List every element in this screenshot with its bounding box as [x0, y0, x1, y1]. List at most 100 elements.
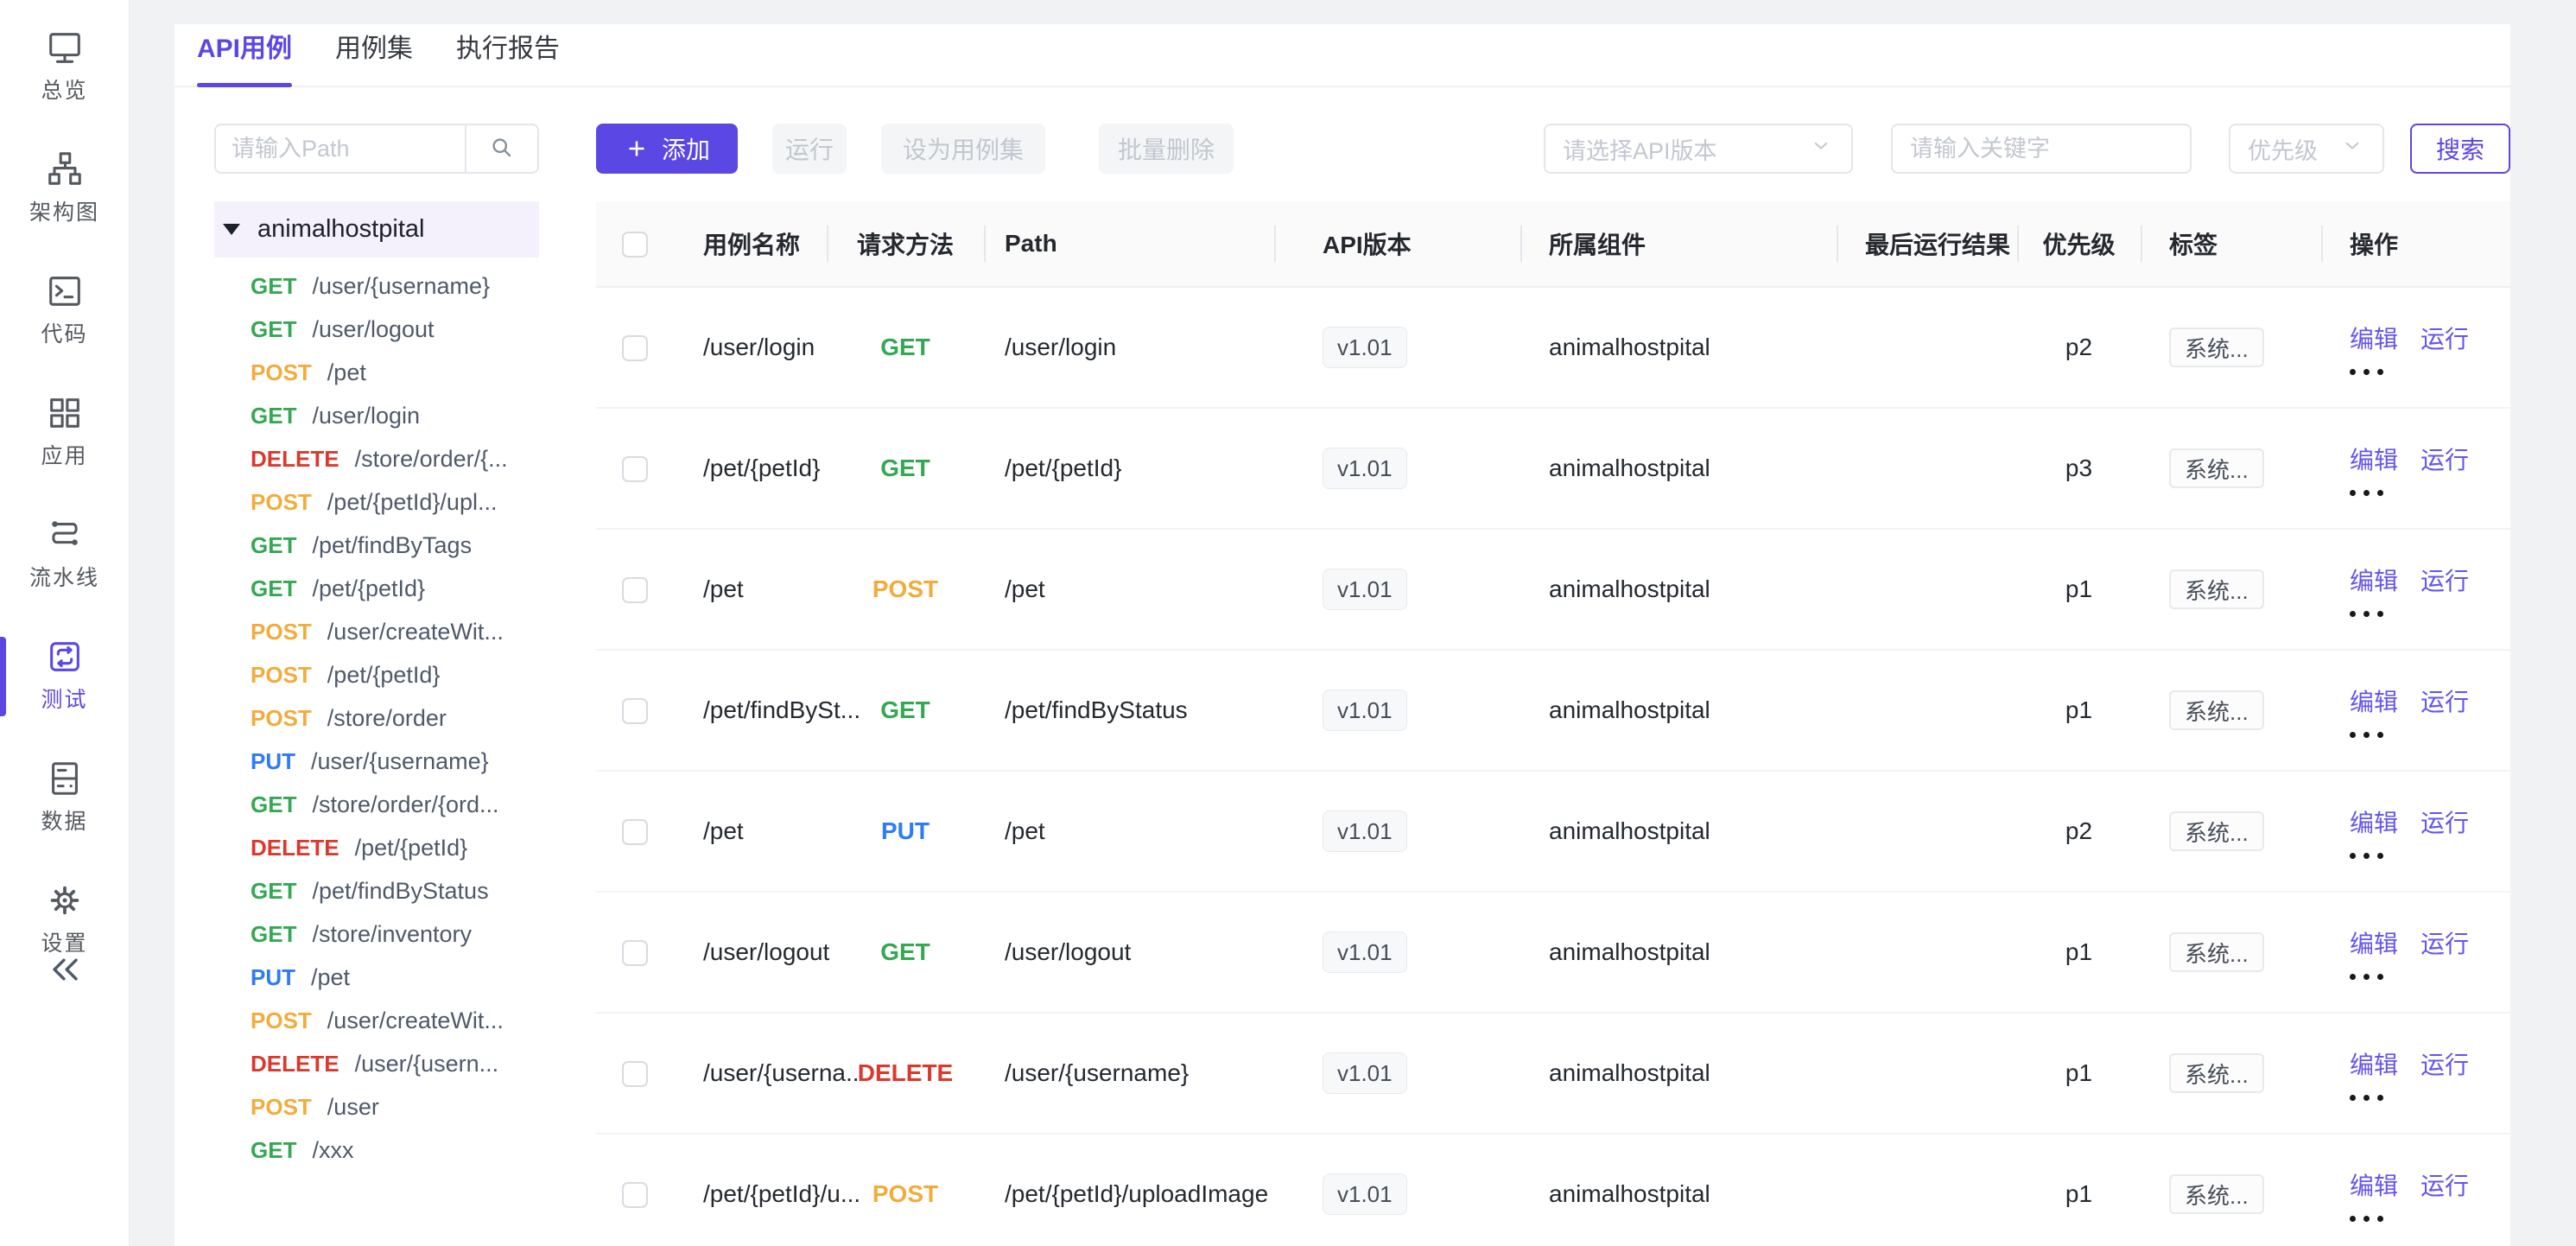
- tree-item[interactable]: DELETE /user/{usern...: [214, 1042, 539, 1085]
- tree-item[interactable]: POST /pet/{petId}/upl...: [214, 480, 539, 524]
- cell-path: /pet/findByStatus: [984, 650, 1274, 771]
- tree-item[interactable]: GET /store/inventory: [214, 912, 539, 956]
- tree-item[interactable]: GET /store/order/{ord...: [214, 783, 539, 826]
- tree-item[interactable]: GET /user/{username}: [214, 264, 539, 308]
- cell-priority: p1: [2017, 529, 2141, 650]
- more-icon[interactable]: [2350, 853, 2402, 859]
- edit-link[interactable]: 编辑: [2350, 925, 2398, 960]
- more-icon[interactable]: [2350, 732, 2402, 738]
- tree-item[interactable]: GET /user/logout: [214, 308, 539, 351]
- search-button[interactable]: 搜索: [2410, 124, 2510, 174]
- more-icon[interactable]: [2350, 490, 2402, 496]
- table-row: /user/logout GET /user/logout v1.01 anim…: [596, 892, 2510, 1013]
- row-checkbox[interactable]: [622, 456, 648, 482]
- cell-path: /pet/{petId}: [984, 408, 1274, 529]
- tree-item[interactable]: GET /pet/{petId}: [214, 567, 539, 610]
- run-link[interactable]: 运行: [2421, 563, 2469, 597]
- edit-link[interactable]: 编辑: [2350, 563, 2398, 597]
- tree-item[interactable]: POST /pet/{petId}: [214, 653, 539, 696]
- sidebar-item-code[interactable]: 代码: [0, 266, 129, 353]
- edit-link[interactable]: 编辑: [2350, 1167, 2398, 1202]
- tree-item[interactable]: POST /user/createWit...: [214, 999, 539, 1042]
- tree-item[interactable]: POST /user: [214, 1085, 539, 1128]
- api-version-select[interactable]: 请选择API版本: [1544, 124, 1853, 174]
- priority-select[interactable]: 优先级: [2229, 124, 2384, 174]
- add-button[interactable]: 添加: [596, 124, 738, 174]
- run-link[interactable]: 运行: [2421, 925, 2469, 960]
- cell-component: animalhostpital: [1520, 650, 1837, 771]
- run-link[interactable]: 运行: [2421, 1046, 2469, 1081]
- tab-api-cases[interactable]: API用例: [197, 27, 292, 86]
- tag-badge: 系统...: [2169, 1174, 2264, 1214]
- tree-item[interactable]: GET /pet/findByTags: [214, 524, 539, 567]
- tab-run-reports[interactable]: 执行报告: [456, 27, 560, 86]
- edit-link[interactable]: 编辑: [2350, 804, 2398, 839]
- row-checkbox[interactable]: [622, 577, 648, 603]
- col-api-version: API版本: [1274, 201, 1520, 287]
- cell-case-name: /user/login: [682, 287, 827, 408]
- sidebar-item-data[interactable]: 数据: [0, 753, 129, 840]
- tree-root-node[interactable]: animalhostpital: [214, 201, 539, 257]
- cell-method: GET: [880, 696, 930, 723]
- table-header-row: 用例名称 请求方法 Path API版本 所属组件 最后运行结果 优先级 标签 …: [596, 201, 2510, 287]
- cell-last-result: [1837, 1134, 2017, 1246]
- sidebar-item-monitor[interactable]: 总览: [0, 22, 129, 109]
- col-tags: 标签: [2141, 201, 2321, 287]
- main-sidebar: 总览 架构图 代码 应用 流水线: [0, 0, 130, 1246]
- api-version-badge: v1.01: [1323, 690, 1407, 731]
- tree-item[interactable]: GET /xxx: [214, 1128, 539, 1172]
- tree-item[interactable]: GET /user/login: [214, 394, 539, 437]
- more-icon[interactable]: [2350, 369, 2402, 375]
- tree-item[interactable]: POST /store/order: [214, 696, 539, 740]
- row-checkbox[interactable]: [622, 940, 648, 966]
- run-link[interactable]: 运行: [2421, 321, 2469, 355]
- path-search-input[interactable]: [214, 124, 465, 174]
- tree-item[interactable]: POST /pet: [214, 351, 539, 394]
- more-icon[interactable]: [2350, 1216, 2402, 1222]
- plus-icon: [624, 136, 650, 162]
- sidebar-item-architecture[interactable]: 架构图: [0, 144, 129, 231]
- run-link[interactable]: 运行: [2421, 804, 2469, 839]
- col-path: Path: [984, 201, 1274, 287]
- run-link[interactable]: 运行: [2421, 683, 2469, 718]
- tree-item[interactable]: DELETE /pet/{petId}: [214, 826, 539, 869]
- edit-link[interactable]: 编辑: [2350, 442, 2398, 476]
- row-checkbox[interactable]: [622, 1061, 648, 1087]
- tree-item[interactable]: DELETE /store/order/{...: [214, 437, 539, 480]
- table-row: /user/{userna... DELETE /user/{username}…: [596, 1013, 2510, 1134]
- cell-method: GET: [880, 455, 930, 481]
- cell-case-name: /pet: [682, 529, 827, 650]
- more-icon[interactable]: [2350, 1095, 2402, 1101]
- more-icon[interactable]: [2350, 974, 2402, 980]
- cell-method: GET: [880, 334, 930, 360]
- sidebar-item-pipeline[interactable]: 流水线: [0, 510, 129, 596]
- sidebar-item-test[interactable]: 测试: [0, 632, 129, 718]
- cell-method: DELETE: [858, 1059, 953, 1086]
- row-checkbox[interactable]: [622, 698, 648, 724]
- row-checkbox[interactable]: [622, 1182, 648, 1208]
- run-link[interactable]: 运行: [2421, 442, 2469, 476]
- more-icon[interactable]: [2350, 611, 2402, 617]
- path-search-button[interactable]: [465, 124, 539, 174]
- select-all-checkbox[interactable]: [622, 232, 648, 257]
- tree-item[interactable]: PUT /pet: [214, 956, 539, 999]
- run-link[interactable]: 运行: [2421, 1167, 2469, 1202]
- edit-link[interactable]: 编辑: [2350, 1046, 2398, 1081]
- edit-link[interactable]: 编辑: [2350, 321, 2398, 355]
- set-as-suite-button[interactable]: 设为用例集: [881, 124, 1045, 174]
- action-bar: 添加 运行 设为用例集 批量删除 请选择API版本 优先级 搜索: [596, 124, 2510, 174]
- row-checkbox[interactable]: [622, 819, 648, 845]
- cell-last-result: [1837, 892, 2017, 1013]
- col-last-result: 最后运行结果: [1837, 201, 2017, 287]
- keyword-input[interactable]: [1891, 124, 2192, 174]
- tree-item[interactable]: POST /user/createWit...: [214, 610, 539, 653]
- sidebar-item-apps[interactable]: 应用: [0, 388, 129, 474]
- sidebar-collapse-button[interactable]: [0, 947, 130, 996]
- tree-item[interactable]: PUT /user/{username}: [214, 740, 539, 783]
- edit-link[interactable]: 编辑: [2350, 683, 2398, 718]
- run-button[interactable]: 运行: [772, 124, 847, 174]
- tree-item[interactable]: GET /pet/findByStatus: [214, 869, 539, 912]
- tab-case-suites[interactable]: 用例集: [335, 27, 413, 86]
- batch-delete-button[interactable]: 批量删除: [1099, 124, 1234, 174]
- row-checkbox[interactable]: [622, 335, 648, 361]
